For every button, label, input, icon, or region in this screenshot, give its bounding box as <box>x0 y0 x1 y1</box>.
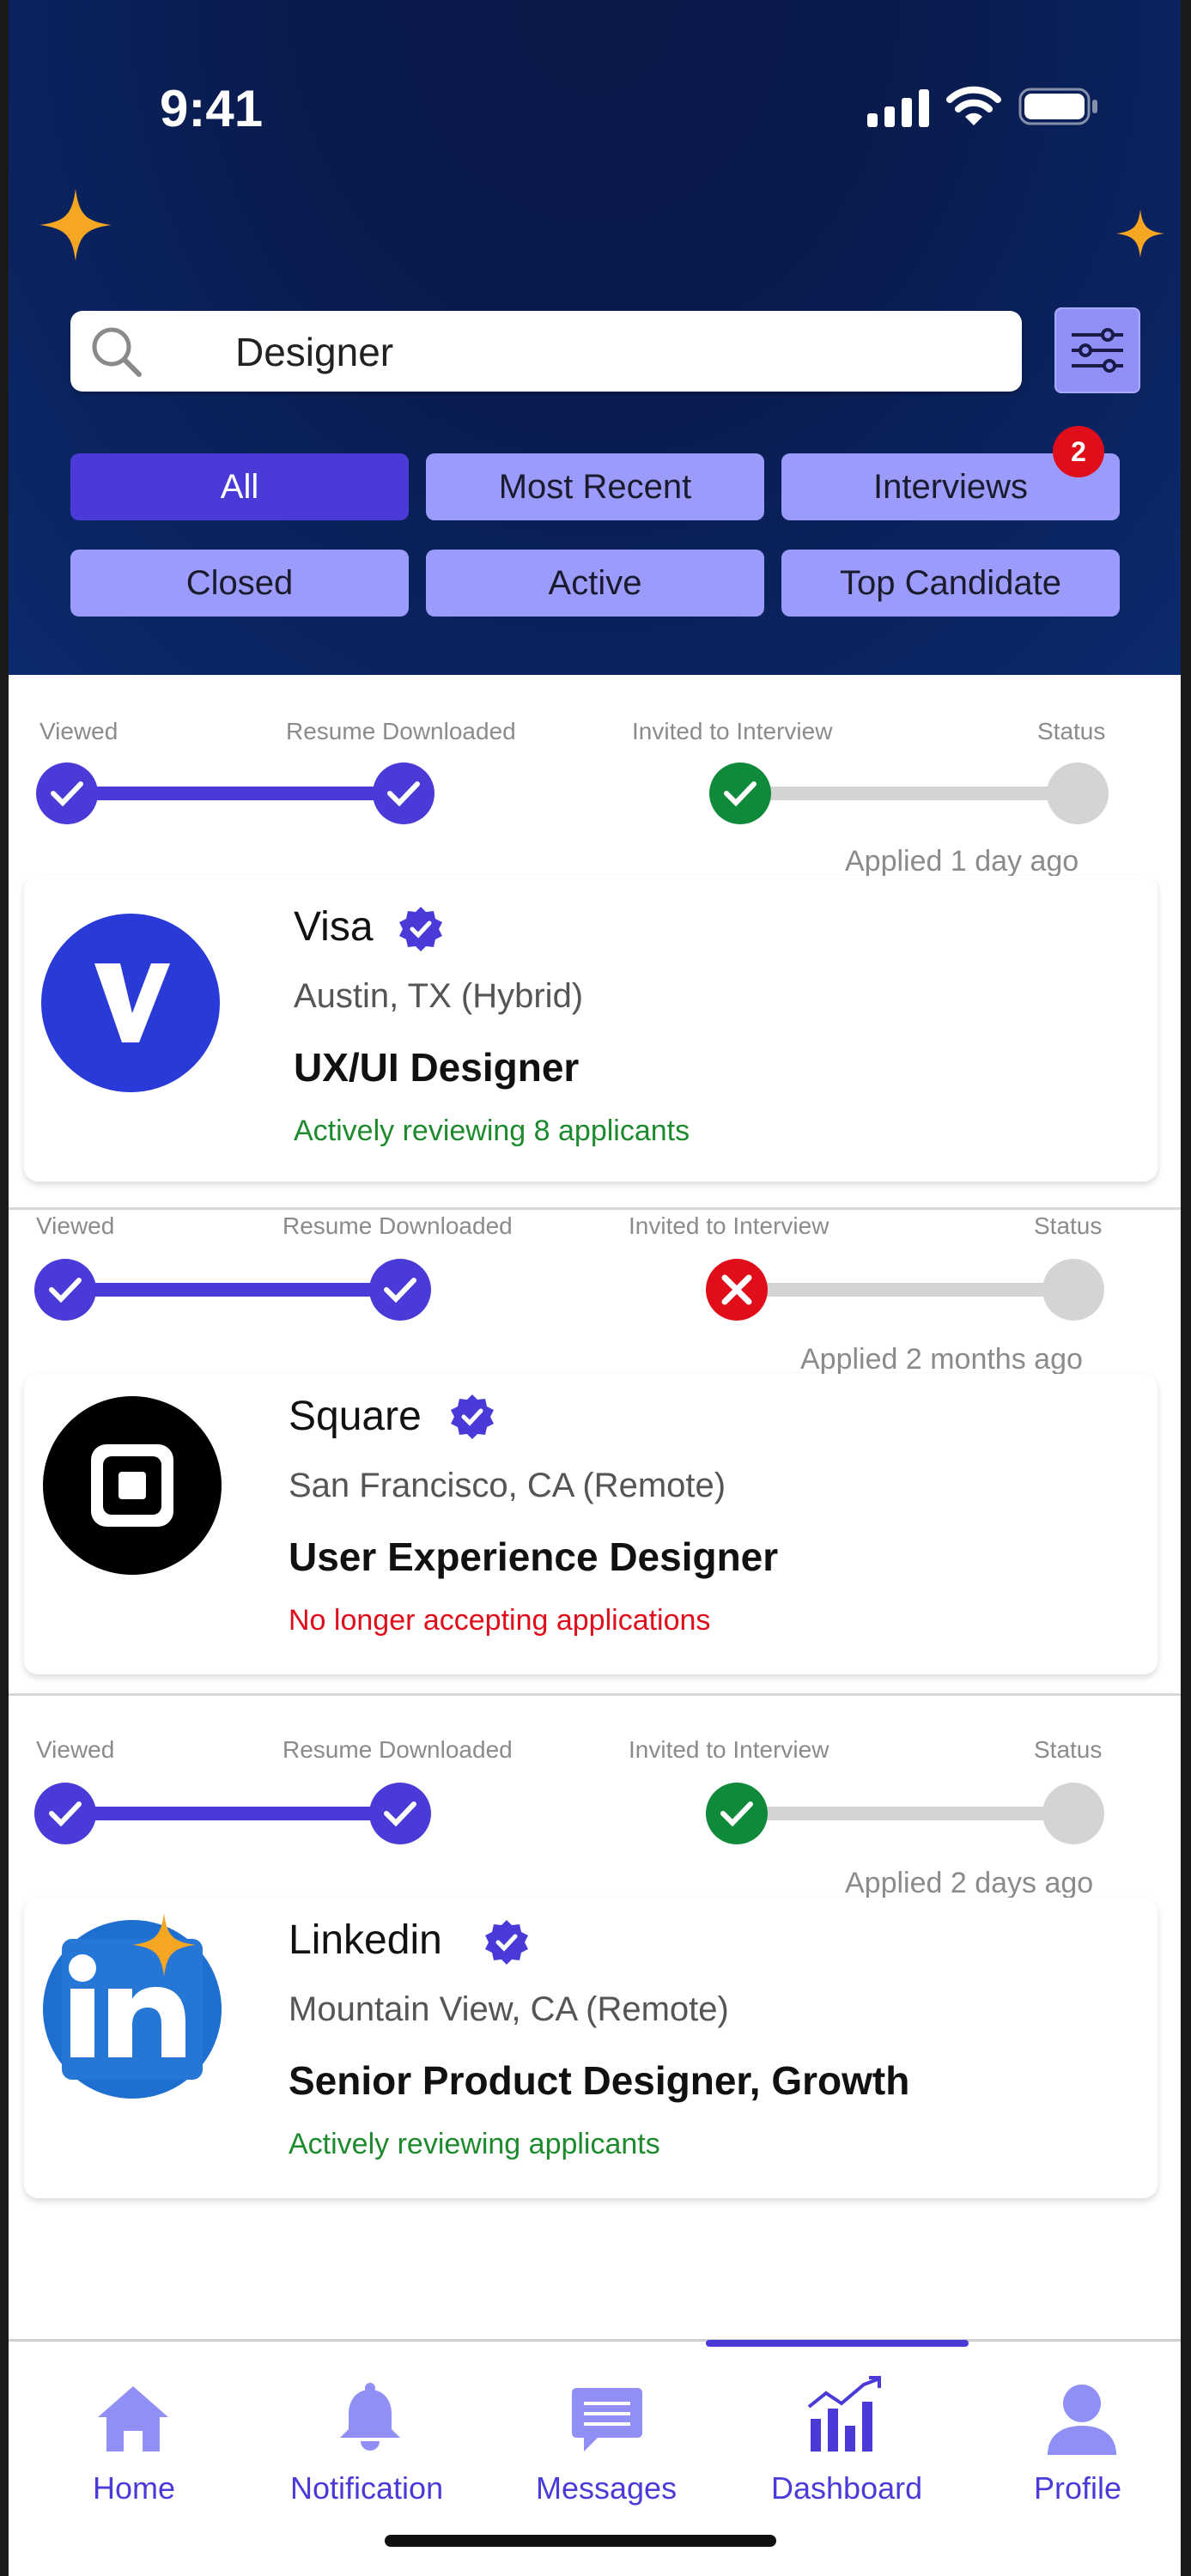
stage-label-status: Status <box>1037 718 1106 744</box>
filter-chip-closed[interactable]: Closed <box>70 550 409 617</box>
search-bar[interactable] <box>70 311 1022 393</box>
filter-chip-most-recent[interactable]: Most Recent <box>426 453 764 520</box>
resume-step-check-icon <box>369 1259 431 1321</box>
company-name: Visa <box>294 904 374 950</box>
user-icon <box>1048 2385 1116 2455</box>
application-status-note: No longer accepting applications <box>289 1604 711 1637</box>
filter-chip-all[interactable]: All <box>70 453 409 520</box>
nav-label: Notification <box>290 2470 444 2506</box>
stage-label-resume-downloaded: Resume Downloaded <box>283 1212 513 1239</box>
viewed-step-check-icon <box>36 762 98 824</box>
nav-label: Dashboard <box>771 2470 923 2506</box>
progress-tracker <box>34 1259 1104 1321</box>
progress-tracker <box>34 1783 1104 1844</box>
stage-label-viewed: Viewed <box>36 1212 115 1239</box>
viewed-step-check-icon <box>34 1259 96 1321</box>
applied-time: Applied 1 day ago <box>845 845 1079 878</box>
search-icon <box>92 327 142 377</box>
interviews-count-badge: 2 <box>1053 426 1104 477</box>
job-location: San Francisco, CA (Remote) <box>289 1467 726 1504</box>
applied-time: Applied 2 months ago <box>800 1343 1083 1376</box>
status-step-pending-icon <box>1047 762 1109 824</box>
stage-label-status: Status <box>1034 1736 1103 1763</box>
stage-label-viewed: Viewed <box>36 1736 115 1763</box>
company-name: Square <box>289 1394 422 1439</box>
job-title: UX/UI Designer <box>294 1045 580 1090</box>
job-location: Austin, TX (Hybrid) <box>294 977 584 1015</box>
home-indicator <box>385 2535 776 2547</box>
progress-tracker <box>36 762 1109 824</box>
job-location: Mountain View, CA (Remote) <box>289 1990 729 2028</box>
sparkle-icon <box>1116 210 1164 258</box>
status-step-pending-icon <box>1042 1259 1104 1321</box>
nav-label: Messages <box>536 2470 678 2506</box>
header-hero: 9:41 Designer All Most Recent Interviews… <box>9 0 1181 675</box>
stage-label-invited-to-interview: Invited to Interview <box>629 1212 829 1239</box>
verified-badge-icon <box>451 1394 494 1439</box>
application-status-note: Actively reviewing 8 applicants <box>294 1115 690 1147</box>
sliders-icon <box>1072 328 1123 373</box>
stage-label-status: Status <box>1034 1212 1103 1239</box>
nav-item-profile[interactable]: Profile <box>1005 2342 1159 2530</box>
resume-step-check-icon <box>369 1783 431 1844</box>
filter-chip-top-candidate[interactable]: Top Candidate <box>781 550 1120 617</box>
filter-chip-active[interactable]: Active <box>426 550 764 617</box>
nav-item-dashboard[interactable]: Dashboard <box>756 2342 927 2530</box>
home-icon <box>98 2386 168 2451</box>
viewed-step-check-icon <box>34 1783 96 1844</box>
interview-step-check-icon <box>709 762 771 824</box>
divider <box>9 1693 1181 1696</box>
sparkle-icon <box>39 189 112 261</box>
status-step-pending-icon <box>1042 1783 1104 1844</box>
interview-step-rejected-icon <box>706 1259 768 1321</box>
job-title: Senior Product Designer, Growth <box>289 2058 910 2103</box>
nav-label: Profile <box>1034 2470 1122 2506</box>
stage-label-resume-downloaded: Resume Downloaded <box>286 718 516 744</box>
nav-label: Home <box>93 2470 176 2506</box>
filter-button[interactable] <box>1054 307 1140 393</box>
verified-badge-icon <box>485 1920 528 1965</box>
stage-label-invited-to-interview: Invited to Interview <box>629 1736 829 1763</box>
sparkle-icon <box>132 1913 196 1977</box>
status-time: 9:41 <box>160 80 264 137</box>
divider <box>9 1207 1181 1210</box>
battery-icon <box>1018 88 1097 125</box>
nav-item-home[interactable]: Home <box>60 2342 206 2530</box>
job-title: User Experience Designer <box>289 1534 779 1579</box>
nav-item-messages[interactable]: Messages <box>513 2342 694 2530</box>
application-status-note: Actively reviewing applicants <box>289 2128 660 2160</box>
bell-icon <box>340 2383 400 2451</box>
wifi-icon <box>946 86 1001 125</box>
company-name: Linkedin <box>289 1917 442 1963</box>
interview-step-check-icon <box>706 1783 768 1844</box>
stage-label-resume-downloaded: Resume Downloaded <box>283 1736 513 1763</box>
verified-badge-icon <box>399 907 442 951</box>
cellular-signal-icon <box>867 89 929 127</box>
nav-item-notification[interactable]: Notification <box>275 2342 464 2530</box>
phone-screen: 9:41 Designer All Most Recent Interviews… <box>9 0 1181 2576</box>
visa-logo <box>41 914 220 1092</box>
resume-step-check-icon <box>373 762 434 824</box>
square-logo <box>43 1396 222 1575</box>
search-input[interactable] <box>234 311 993 393</box>
applied-time: Applied 2 days ago <box>845 1867 1094 1899</box>
bar-chart-icon <box>807 2376 881 2451</box>
stage-label-viewed: Viewed <box>39 718 118 744</box>
message-icon <box>572 2388 642 2451</box>
stage-label-invited-to-interview: Invited to Interview <box>632 718 833 744</box>
